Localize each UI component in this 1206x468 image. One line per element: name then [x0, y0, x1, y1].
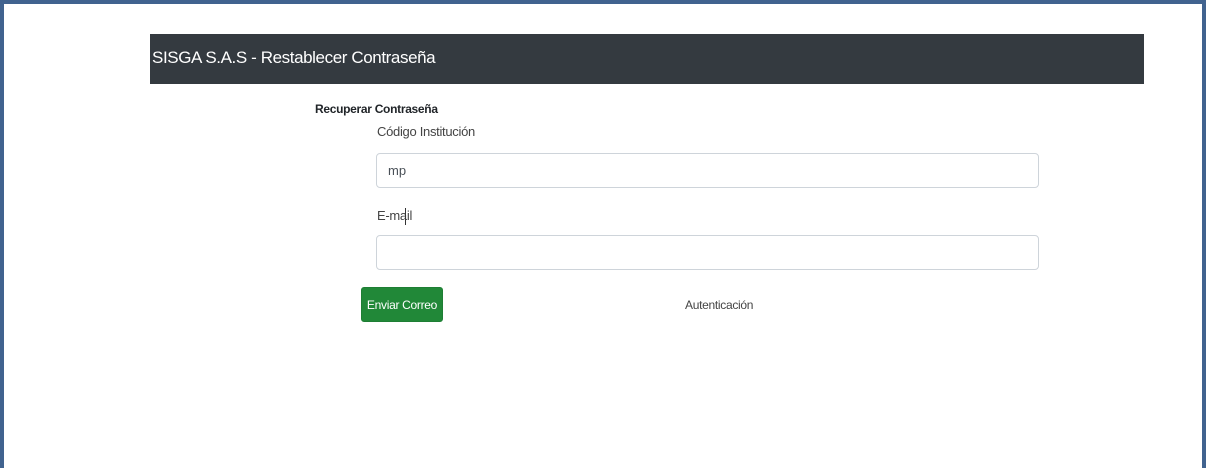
autenticacion-link[interactable]: Autenticación	[685, 298, 753, 312]
codigo-institucion-input[interactable]	[376, 153, 1039, 188]
email-input[interactable]	[376, 235, 1039, 270]
text-cursor	[405, 208, 406, 225]
navbar-title: SISGA S.A.S - Restablecer Contraseña	[152, 48, 436, 67]
enviar-correo-button[interactable]: Enviar Correo	[361, 287, 443, 322]
codigo-institucion-label: Código Institución	[377, 124, 475, 139]
form-title: Recuperar Contraseña	[315, 102, 438, 116]
navbar: SISGA S.A.S - Restablecer Contraseña	[150, 34, 1144, 84]
email-label: E-mail	[377, 208, 413, 223]
app-window: SISGA S.A.S - Restablecer Contraseña Rec…	[0, 0, 1206, 468]
